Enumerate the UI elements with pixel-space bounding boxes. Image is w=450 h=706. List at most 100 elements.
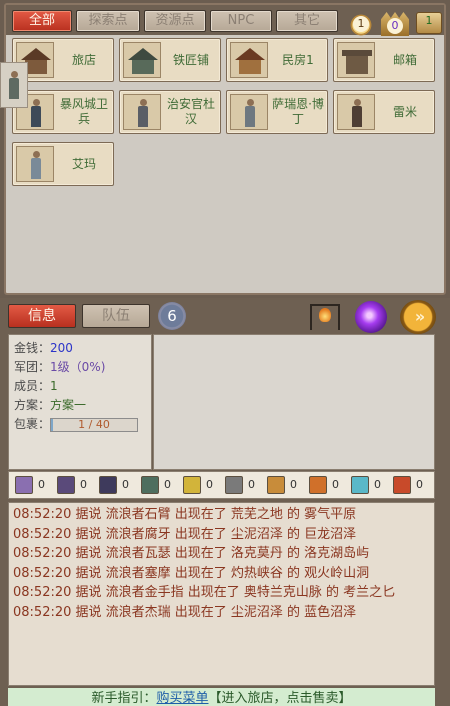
npc-card-remy[interactable]: 雷米 bbox=[333, 90, 435, 134]
event-log: 08:52:20 据说 流浪者石臂 出现在了 荒芜之地 的 雾气平原 08:52… bbox=[8, 502, 435, 686]
item-slot[interactable]: 0 bbox=[307, 475, 347, 497]
npc-label: 雷米 bbox=[392, 104, 417, 119]
campfire-icon[interactable] bbox=[308, 300, 342, 330]
plan-value[interactable]: 方案一 bbox=[50, 398, 86, 412]
location-panel: 全部 探索点 资源点 NPC 其它 1 0 1 旅店 铁匠铺 民房1 邮箱 暴风… bbox=[0, 0, 450, 298]
npc-label: 艾玛 bbox=[71, 156, 96, 171]
item-count: 0 bbox=[206, 478, 213, 491]
bag-label: 包裹： bbox=[14, 417, 51, 431]
location-card-blacksmith[interactable]: 铁匠铺 bbox=[119, 38, 221, 82]
filter-tab-all[interactable]: 全部 bbox=[12, 10, 72, 32]
info-panel: 信息 队伍 6 » 金钱：200 军团：1级（0%) 成员：1 方案：方案一 包… bbox=[0, 298, 450, 706]
legion-value: 1级（0%) bbox=[50, 360, 106, 374]
item-count: 0 bbox=[122, 478, 129, 491]
npc-label: 萨瑞恩·博丁 bbox=[272, 97, 324, 126]
item-icon bbox=[225, 476, 243, 494]
sun-icon[interactable]: 1 bbox=[346, 10, 376, 40]
plan-label: 方案： bbox=[14, 398, 51, 412]
bag-progress: 1 / 40 bbox=[50, 417, 139, 432]
log-line: 08:52:20 据说 流浪者塞摩 出现在了 灼热峡谷 的 观火岭山洞 bbox=[13, 565, 370, 581]
bag-row: 包裹： 1 / 40 bbox=[14, 415, 146, 434]
item-count: 0 bbox=[290, 478, 297, 491]
legion-row: 军团：1级（0%) bbox=[14, 358, 146, 377]
location-label: 旅店 bbox=[71, 52, 96, 67]
location-label: 邮箱 bbox=[392, 52, 417, 67]
tab-info[interactable]: 信息 bbox=[8, 304, 76, 328]
npc-figure-icon bbox=[230, 94, 268, 130]
guide-prefix: 新手指引： bbox=[91, 691, 157, 706]
sun-count: 1 bbox=[353, 16, 369, 32]
item-slot[interactable]: 0 bbox=[391, 475, 431, 497]
members-label: 成员： bbox=[14, 379, 51, 393]
npc-card-sheriff[interactable]: 治安官杜汉 bbox=[119, 90, 221, 134]
log-line: 08:52:20 据说 流浪者腐牙 出现在了 尘泥沼泽 的 巨龙沼泽 bbox=[13, 526, 357, 542]
log-line: 08:52:20 据说 流浪者杰瑞 出现在了 尘泥沼泽 的 蓝色沼泽 bbox=[13, 604, 357, 620]
location-card-mailbox[interactable]: 邮箱 bbox=[333, 38, 435, 82]
crown-count: 0 bbox=[387, 18, 403, 34]
sheriff-icon bbox=[123, 94, 161, 130]
npc-card-sarien[interactable]: 萨瑞恩·博丁 bbox=[226, 90, 328, 134]
crown-icon[interactable]: 0 bbox=[379, 10, 411, 36]
scroll-icon[interactable]: 1 bbox=[416, 10, 442, 36]
item-slot[interactable]: 0 bbox=[181, 475, 221, 497]
guide-link[interactable]: 购买菜单 bbox=[156, 691, 208, 706]
item-slot[interactable]: 0 bbox=[55, 475, 95, 497]
filter-tab-other[interactable]: 其它 bbox=[276, 10, 338, 32]
item-slot[interactable]: 0 bbox=[13, 475, 53, 497]
item-icon bbox=[309, 476, 327, 494]
npc-label: 治安官杜汉 bbox=[166, 97, 215, 126]
item-icon bbox=[15, 476, 33, 494]
plan-row: 方案：方案一 bbox=[14, 396, 146, 415]
portal-orb-icon[interactable] bbox=[355, 301, 387, 333]
new-player-guide: 新手指引：购买菜单【进入旅店，点击售卖】 bbox=[8, 688, 435, 706]
log-line: 08:52:20 据说 流浪者石臂 出现在了 荒芜之地 的 雾气平原 bbox=[13, 507, 357, 522]
item-count: 0 bbox=[332, 478, 339, 491]
members-value: 1 bbox=[50, 379, 58, 393]
log-line: 08:52:20 据说 流浪者金手指 出现在了 奥特兰克山脉 的 考兰之匕 bbox=[13, 585, 396, 601]
npc-figure-icon bbox=[16, 146, 54, 182]
item-icon bbox=[393, 476, 411, 494]
item-slot[interactable]: 0 bbox=[349, 475, 389, 497]
location-card-house[interactable]: 民房1 bbox=[226, 38, 328, 82]
team-count-badge[interactable]: 6 bbox=[158, 302, 186, 330]
mailbox-icon bbox=[337, 42, 375, 78]
location-panel-inner: 全部 探索点 资源点 NPC 其它 1 0 1 旅店 铁匠铺 民房1 邮箱 暴风… bbox=[4, 3, 446, 295]
item-count: 0 bbox=[164, 478, 171, 491]
guide-suffix: 【进入旅店，点击售卖】 bbox=[208, 691, 352, 706]
item-slot[interactable]: 0 bbox=[265, 475, 305, 497]
log-line: 08:52:20 据说 流浪者瓦瑟 出现在了 洛克莫丹 的 洛克湖岛屿 bbox=[13, 546, 370, 562]
item-slot[interactable]: 0 bbox=[97, 475, 137, 497]
item-icon bbox=[141, 476, 159, 494]
stats-box: 金钱：200 军团：1级（0%) 成员：1 方案：方案一 包裹： 1 / 40 bbox=[8, 334, 152, 470]
item-count: 0 bbox=[416, 478, 423, 491]
members-row: 成员：1 bbox=[14, 377, 146, 396]
anvil-icon bbox=[123, 42, 161, 78]
filter-tab-npc[interactable]: NPC bbox=[210, 10, 272, 32]
location-label: 铁匠铺 bbox=[172, 52, 209, 67]
gold-row: 金钱：200 bbox=[14, 339, 146, 358]
item-count: 0 bbox=[374, 478, 381, 491]
next-arrow-button[interactable]: » bbox=[400, 300, 436, 334]
npc-card-emma[interactable]: 艾玛 bbox=[12, 142, 114, 186]
npc-label: 暴风城卫兵 bbox=[59, 97, 108, 126]
item-count: 0 bbox=[38, 478, 45, 491]
item-slot[interactable]: 0 bbox=[139, 475, 179, 497]
item-icon bbox=[183, 476, 201, 494]
item-count: 0 bbox=[248, 478, 255, 491]
legion-label: 军团： bbox=[14, 360, 51, 374]
item-slot[interactable]: 0 bbox=[223, 475, 263, 497]
item-count: 0 bbox=[80, 478, 87, 491]
house-icon bbox=[230, 42, 268, 78]
filter-tab-resource[interactable]: 资源点 bbox=[144, 10, 206, 32]
player-portrait-icon[interactable] bbox=[0, 62, 28, 108]
items-bar: 0 0 0 0 0 0 0 0 0 0 bbox=[8, 471, 435, 499]
filter-bar: 全部 探索点 资源点 NPC 其它 1 0 1 bbox=[6, 5, 444, 40]
filter-tab-explore[interactable]: 探索点 bbox=[76, 10, 140, 32]
gold-label: 金钱： bbox=[14, 341, 51, 355]
item-icon bbox=[267, 476, 285, 494]
tab-team[interactable]: 队伍 bbox=[82, 304, 150, 328]
gold-value: 200 bbox=[50, 341, 73, 355]
item-icon bbox=[351, 476, 369, 494]
detail-box bbox=[153, 334, 435, 470]
item-icon bbox=[99, 476, 117, 494]
